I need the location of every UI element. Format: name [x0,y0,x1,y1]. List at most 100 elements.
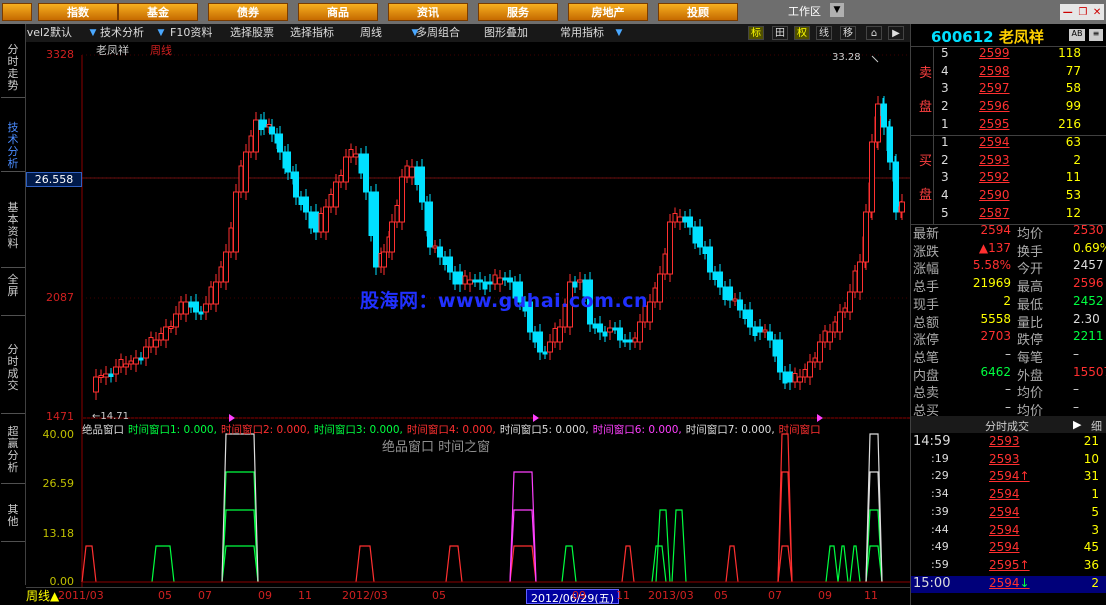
menu-button-2[interactable]: 债券 [208,3,288,21]
tick-detail-button[interactable]: 细 [1091,418,1102,434]
left-sidebar: 分时走势技术分析基本资料全屏分时成交超赢分析其他 [0,24,26,585]
candle-body [632,337,638,343]
bid-volume: 12 [1065,205,1081,220]
work-area-dropdown-icon[interactable]: ▼ [830,3,844,17]
close-icon[interactable]: ✕ [1093,7,1101,18]
quote-stat-row: 涨停 2703 跌停 2211 [911,329,1106,348]
candle-body [168,326,174,329]
menu-button-0[interactable]: 指数 [38,3,118,21]
chart-tool-icon-1[interactable]: 田 [772,26,788,40]
bid-row: 2 2593 2 [911,153,1106,171]
candle-body [869,141,875,213]
ind-pulse [865,545,883,583]
candle-body [277,133,283,153]
candle-body [404,165,410,178]
tick-price-value: 2594 [989,540,1020,555]
tab-7[interactable]: 图形叠加 [484,25,528,41]
tick-header-title: 分时成交 [985,420,1029,433]
watermark: 股海网：www.guhai.com.cn [360,290,648,312]
sidebar-tab-0[interactable]: 分时走势 [1,42,25,98]
list-icon[interactable]: ≡ [1089,29,1103,41]
date-label-5: 2012/03 [342,589,388,602]
ind-pulse [445,545,463,583]
tick-volume: 5 [1091,504,1099,519]
chart-tool-icon-2[interactable]: 权 [794,26,810,40]
candle-body [697,226,703,248]
sidebar-tab-1[interactable]: 技术分析 [1,120,25,172]
candle-body [163,326,169,341]
candle-body [183,301,189,315]
stat-key-2: 每笔 [1017,350,1044,366]
menu-button-7[interactable]: 投顾 [658,3,738,21]
candle-body [113,366,119,375]
stat-value-2: 2530 [1073,223,1104,237]
candle-body [577,279,583,283]
tick-row: 15:00 2594↓ 2 [911,575,1106,594]
ind-pulse [825,545,839,583]
candle-body [617,327,623,341]
candle-body [842,307,848,313]
bid-level: 5 [941,205,949,220]
chart-tool-icon-5[interactable]: ⌂ [866,26,882,40]
candle-body [677,216,683,223]
minimize-icon[interactable]: — [1063,7,1073,18]
kline-chart[interactable] [26,42,910,587]
candle-body [223,251,229,283]
stat-value: 5.58% [972,258,1011,273]
candle-body [612,327,618,331]
sidebar-tab-4[interactable]: 分时成交 [1,342,25,414]
tab-3[interactable]: 选择股票 [230,25,274,41]
candle-body [308,211,314,229]
stat-value-2: 0.69% [1073,240,1106,255]
work-area-label[interactable]: 工作区 [788,3,821,19]
menu-button-4[interactable]: 资讯 [388,3,468,21]
candle-body [188,301,194,308]
chart-tool-icon-0[interactable]: 标 [748,26,764,40]
tick-volume: 3 [1091,522,1099,537]
bottom-period-label[interactable]: 周线▲ [26,587,59,604]
sidebar-tab-2[interactable]: 基本资料 [1,200,25,268]
menu-button-5[interactable]: 服务 [478,3,558,21]
tick-row: :29 2594↑ 31 [911,469,1106,487]
menu-button-1[interactable]: 基金 [118,3,198,21]
menu-button-3[interactable]: 商品 [298,3,378,21]
play-icon[interactable]: ▶ [1073,418,1081,431]
menu-home-button[interactable] [2,3,32,21]
tick-time: :39 [931,504,949,518]
candle-body [261,119,267,128]
time-window-7: 时间窗口7: 0.000, [685,424,775,436]
tab-1[interactable]: 技术分析 [100,25,144,41]
candle-body [752,326,758,336]
tab-8[interactable]: 常用指标 [560,25,604,41]
stat-value: 2 [1003,293,1011,308]
candle-body [537,331,543,353]
tab-dropdown-icon-1[interactable]: ▼ [156,26,166,40]
tab-2[interactable]: F10资料 [170,25,212,41]
tick-time: :44 [931,522,949,536]
tab-dropdown-icon-0[interactable]: ▼ [88,26,98,40]
tab-dropdown-icon-8[interactable]: ▼ [614,26,624,40]
candle-body [875,103,881,143]
candle-body [547,341,553,353]
sidebar-tab-6[interactable]: 其他 [1,502,25,542]
chart-tool-icon-3[interactable]: 线 [816,26,832,40]
ask-volume: 99 [1065,99,1081,114]
chart-tool-icon-4[interactable]: 移 [840,26,856,40]
stat-key: 总笔 [913,350,940,366]
sidebar-tab-5[interactable]: 超赢分析 [1,424,25,484]
tick-volume: 31 [1083,469,1099,484]
restore-icon[interactable]: ❐ [1078,7,1087,18]
menu-button-6[interactable]: 房地产 [568,3,648,21]
ab-icon[interactable]: AB [1069,29,1085,41]
tick-price-value: 2593 [989,434,1020,448]
tick-row: :49 2594 45 [911,540,1106,558]
chart-stock-name: 老凤祥 [96,44,129,57]
chart-tool-icon-6[interactable]: ▶ [888,26,904,40]
tab-4[interactable]: 选择指标 [290,25,334,41]
tick-price-value: 2594 [989,522,1020,537]
quote-stat-row: 总手 21969 最高 2596 [911,276,1106,295]
candle-body [637,321,643,343]
tab-5[interactable]: 周线 [360,25,382,41]
sidebar-tab-3[interactable]: 全屏 [1,272,25,316]
tab-6[interactable]: 多周组合 [416,25,460,41]
